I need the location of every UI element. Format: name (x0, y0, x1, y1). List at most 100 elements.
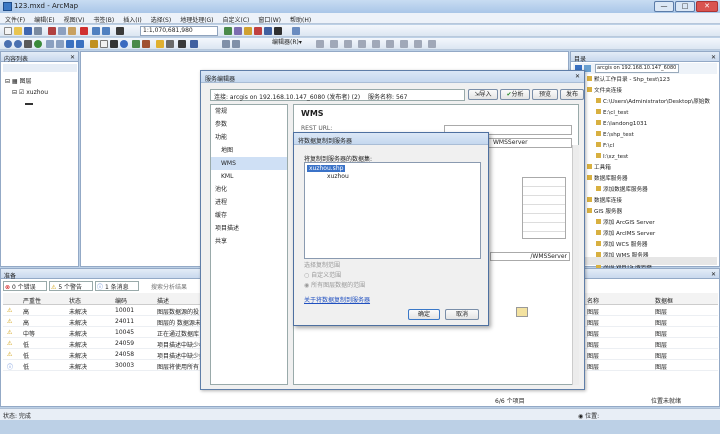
menu-item[interactable]: 帮助(H) (285, 13, 315, 24)
find-icon[interactable] (132, 40, 140, 48)
preview-button[interactable]: 预览 (532, 89, 558, 100)
errors-filter[interactable]: ⊗ 0 个错误 (3, 281, 47, 291)
dataset-item[interactable]: xuzhou.shp (307, 165, 346, 172)
catalog-item[interactable]: I:\xz_test (587, 152, 719, 163)
nav-item[interactable]: 功能 (211, 131, 287, 144)
warnings-filter[interactable]: ⚠ 5 个警告 (49, 281, 93, 291)
column-header[interactable]: 数据框 (655, 296, 673, 305)
undo-icon[interactable] (92, 27, 100, 35)
nav-item[interactable]: 池化 (211, 183, 287, 196)
minimize-button[interactable]: — (654, 1, 674, 12)
catalog-item[interactable]: E:\shp_test (587, 130, 719, 141)
cut-icon[interactable] (48, 27, 56, 35)
nav-item[interactable]: 共享 (211, 235, 287, 248)
menu-item[interactable]: 地理处理(G) (175, 13, 217, 24)
edit-vertices-icon[interactable] (344, 40, 352, 48)
menu-item[interactable]: 视图(V) (59, 13, 89, 24)
create-viewer-icon[interactable] (178, 40, 186, 48)
catalog-item[interactable]: 数据库服务器 (587, 174, 719, 185)
sketch-tool-icon[interactable] (316, 40, 324, 48)
ok-button[interactable]: 确定 (408, 309, 440, 320)
catalog-hscrollbar[interactable] (573, 257, 717, 265)
arctoolbox-icon[interactable] (264, 27, 272, 35)
maximize-button[interactable]: □ (675, 1, 695, 12)
catalog-item[interactable]: 添加数据库服务器 (587, 185, 719, 196)
analyze-button[interactable]: ✔分析 (500, 89, 530, 100)
redo-icon[interactable] (102, 27, 110, 35)
zoom-out-icon[interactable] (14, 40, 22, 48)
catalog-item[interactable]: 数据库连接 (587, 196, 719, 207)
paste-icon[interactable] (68, 27, 76, 35)
catalog-item[interactable]: E:\cl_test (587, 108, 719, 119)
search-window-icon[interactable] (254, 27, 262, 35)
menu-item[interactable]: 文件(F) (0, 13, 29, 24)
rotate-icon[interactable] (400, 40, 408, 48)
layer-xuzhou[interactable]: ⊟ ☑ xuzhou (5, 87, 48, 98)
wms-server-field[interactable]: /WMSServer (490, 252, 570, 261)
menu-item[interactable]: 窗口(W) (253, 13, 285, 24)
catalog-item[interactable]: GIS 服务器 (587, 207, 719, 218)
measure-icon[interactable] (142, 40, 150, 48)
new-document-icon[interactable] (4, 27, 12, 35)
service-editor-close-icon[interactable]: ✕ (575, 73, 580, 80)
dataset-item[interactable]: xuzhou (327, 173, 349, 180)
settings-scrollbar[interactable] (572, 145, 579, 385)
column-header[interactable]: 状态 (69, 296, 81, 305)
back-extent-icon[interactable] (66, 40, 74, 48)
straight-segment-icon[interactable] (330, 40, 338, 48)
catalog-item[interactable]: 添加 ArcIMS Server (587, 229, 719, 240)
nav-item[interactable]: WMS (211, 157, 287, 170)
select-elements-icon[interactable] (110, 40, 118, 48)
data-frame-icon[interactable] (232, 40, 240, 48)
full-extent-icon[interactable] (34, 40, 42, 48)
layout-icon[interactable] (222, 40, 230, 48)
copy-icon[interactable] (58, 27, 66, 35)
add-data-icon[interactable] (116, 27, 124, 35)
zoom-in-icon[interactable] (4, 40, 12, 48)
nav-item[interactable]: KML (211, 170, 287, 183)
cut-polygons-icon[interactable] (372, 40, 380, 48)
editor-menu[interactable]: 编辑器(R)▾ (270, 39, 310, 49)
catalog-item[interactable]: 添加 ArcGIS Server (587, 218, 719, 229)
catalog-item[interactable]: 添加 WCS 服务器 (587, 240, 719, 251)
clear-selection-icon[interactable] (100, 40, 108, 48)
publish-button[interactable]: 发布 (560, 89, 584, 100)
nav-item[interactable]: 参数 (211, 118, 287, 131)
catalog-item[interactable]: E:\landong1031 (587, 119, 719, 130)
close-button[interactable]: ✕ (696, 1, 718, 12)
wms-capabilities-grid[interactable] (522, 177, 566, 239)
python-icon[interactable] (274, 27, 282, 35)
toc-icon[interactable] (234, 27, 242, 35)
toc-close-icon[interactable]: ✕ (70, 54, 75, 61)
identify-icon[interactable] (120, 40, 128, 48)
menu-item[interactable]: 插入(I) (118, 13, 145, 24)
time-slider-icon[interactable] (166, 40, 174, 48)
import-button[interactable]: ⇲导入 (468, 89, 498, 100)
pan-icon[interactable] (24, 40, 32, 48)
up-level-icon[interactable] (584, 65, 591, 72)
model-builder-icon[interactable] (292, 27, 300, 35)
all-layers-extent-radio[interactable]: ◉ 所有图层数据的范围 (304, 280, 365, 289)
split-tool-icon[interactable] (386, 40, 394, 48)
select-features-icon[interactable] (90, 40, 98, 48)
catalog-icon[interactable] (244, 27, 252, 35)
messages-filter[interactable]: ⓘ 1 条消息 (95, 281, 139, 291)
menu-item[interactable]: 选择(S) (146, 13, 176, 24)
delete-icon[interactable] (80, 27, 88, 35)
catalog-item[interactable]: 文件夹连接 (587, 86, 719, 97)
search-results-input[interactable]: 搜索分析结果 (151, 282, 187, 291)
menu-item[interactable]: 编辑(E) (29, 13, 58, 24)
custom-extent-radio[interactable]: ○ 自定义范围 (304, 270, 341, 279)
scale-combo[interactable]: 1:1,070,681,980 (140, 26, 218, 36)
browse-folder-icon[interactable] (516, 307, 528, 317)
fixed-zoom-out-icon[interactable] (56, 40, 64, 48)
editor-toolbar-icon[interactable] (224, 27, 232, 35)
catalog-item[interactable]: F:\cl (587, 141, 719, 152)
layers-node[interactable]: ⊟ ▦ 图层 (5, 76, 48, 87)
catalog-item[interactable]: C:\Users\Administrator\Desktop\原始数 (587, 97, 719, 108)
help-link[interactable]: 关于将数据复制到服务器 (304, 295, 370, 304)
nav-item[interactable]: 常规 (211, 105, 287, 118)
column-header[interactable]: 编码 (115, 296, 127, 305)
hyperlink-icon[interactable] (156, 40, 164, 48)
catalog-item[interactable]: 默认工作目录 - Shp_test\123 (587, 75, 719, 86)
